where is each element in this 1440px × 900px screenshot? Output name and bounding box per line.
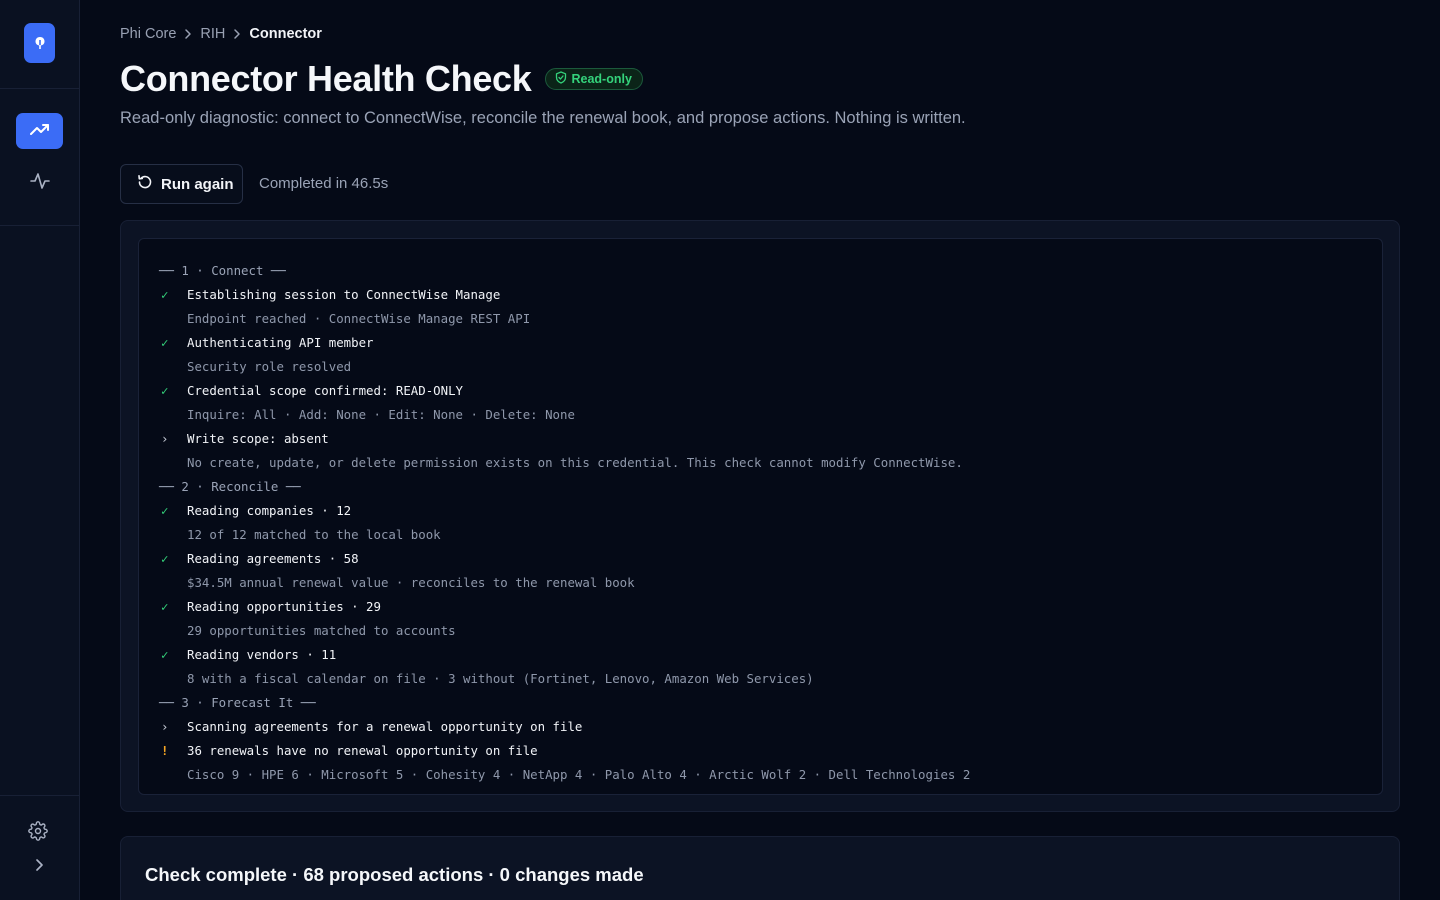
log-text: 36 renewals have no renewal opportunity … xyxy=(187,743,538,758)
log-text: Establishing session to ConnectWise Mana… xyxy=(187,287,501,302)
check-icon: ✓ xyxy=(161,335,169,350)
run-again-button[interactable]: Run again xyxy=(120,164,243,204)
completed-status: Completed in 46.5s xyxy=(259,175,389,192)
run-again-label: Run again xyxy=(161,175,234,193)
badge-label: Read-only xyxy=(571,72,632,86)
log-text: Scanning agreements for a renewal opport… xyxy=(187,719,583,734)
sidebar xyxy=(0,0,80,900)
log-section-header: ── 2 · Reconcile ── xyxy=(159,475,301,499)
log-text: Reading vendors · 11 xyxy=(187,647,337,662)
log-text: No create, update, or delete permission … xyxy=(187,455,963,470)
gear-icon[interactable] xyxy=(27,820,49,842)
check-icon: ✓ xyxy=(161,287,169,302)
log-text: Security role resolved xyxy=(187,359,352,374)
page-header: Connector Health Check Read-only xyxy=(120,58,643,100)
refresh-icon xyxy=(137,174,153,194)
log-text: Cisco 9 · HPE 6 · Microsoft 5 · Cohesity… xyxy=(187,767,971,782)
sidebar-nav xyxy=(0,89,80,226)
log-text: Endpoint reached · ConnectWise Manage RE… xyxy=(187,311,531,326)
leaf-logo-icon[interactable] xyxy=(24,23,55,63)
log-panel: ── 1 · Connect ── ✓ Establishing session t… xyxy=(120,220,1400,812)
breadcrumb-phi-core[interactable]: Phi Core xyxy=(120,26,176,42)
activity-pulse-icon xyxy=(29,172,50,195)
sidebar-item-trends[interactable] xyxy=(16,113,63,149)
log-text: $34.5M annual renewal value · reconciles… xyxy=(187,575,635,590)
check-icon: ✓ xyxy=(161,383,169,398)
page-title: Connector Health Check xyxy=(120,58,532,99)
summary-panel: Check complete · 68 proposed actions · 0… xyxy=(120,836,1400,900)
sidebar-footer xyxy=(0,795,80,900)
log-text: 8 with a fiscal calendar on file · 3 wit… xyxy=(187,671,814,686)
log-text: Credential scope confirmed: READ-ONLY xyxy=(187,383,464,398)
log-text: 29 opportunities matched to accounts xyxy=(187,623,456,638)
chevron-right-icon: › xyxy=(161,431,169,446)
chevron-right-icon xyxy=(184,28,192,40)
page-subtitle: Read-only diagnostic: connect to Connect… xyxy=(120,109,966,127)
log-text: Authenticating API member xyxy=(187,335,374,350)
log-text: ── 3 · Forecast It ── xyxy=(159,695,316,710)
log-text: 12 of 12 matched to the local book xyxy=(187,527,441,542)
warning-icon: ! xyxy=(161,743,169,758)
log-text: Inquire: All · Add: None · Edit: None · … xyxy=(187,407,575,422)
log-output[interactable]: ── 1 · Connect ── ✓ Establishing session t… xyxy=(138,238,1383,795)
log-text: ── 2 · Reconcile ── xyxy=(159,479,301,494)
chevron-right-icon[interactable] xyxy=(30,856,48,874)
shield-check-icon xyxy=(555,71,567,87)
read-only-badge: Read-only xyxy=(545,68,643,90)
breadcrumb: Phi Core RIH Connector xyxy=(120,25,322,43)
breadcrumb-rih[interactable]: RIH xyxy=(200,26,225,42)
log-section-header: ── 1 · Connect ── xyxy=(159,259,286,283)
check-icon: ✓ xyxy=(161,551,169,566)
chevron-right-icon xyxy=(233,28,241,40)
sidebar-item-activity[interactable] xyxy=(16,165,63,201)
chevron-right-icon: › xyxy=(161,719,169,734)
breadcrumb-connector: Connector xyxy=(249,26,322,42)
log-text: Write scope: absent xyxy=(187,431,329,446)
log-text: Reading opportunities · 29 xyxy=(187,599,381,614)
sidebar-logo-area xyxy=(0,0,79,89)
trending-up-icon xyxy=(29,122,50,141)
summary-title: Check complete · 68 proposed actions · 0… xyxy=(145,864,644,885)
check-icon: ✓ xyxy=(161,503,169,518)
log-text: ── 1 · Connect ── xyxy=(159,263,286,278)
log-text: Reading companies · 12 xyxy=(187,503,352,518)
log-section-header: ── 3 · Forecast It ── xyxy=(159,691,316,715)
check-icon: ✓ xyxy=(161,647,169,662)
log-text: Reading agreements · 58 xyxy=(187,551,359,566)
check-icon: ✓ xyxy=(161,599,169,614)
